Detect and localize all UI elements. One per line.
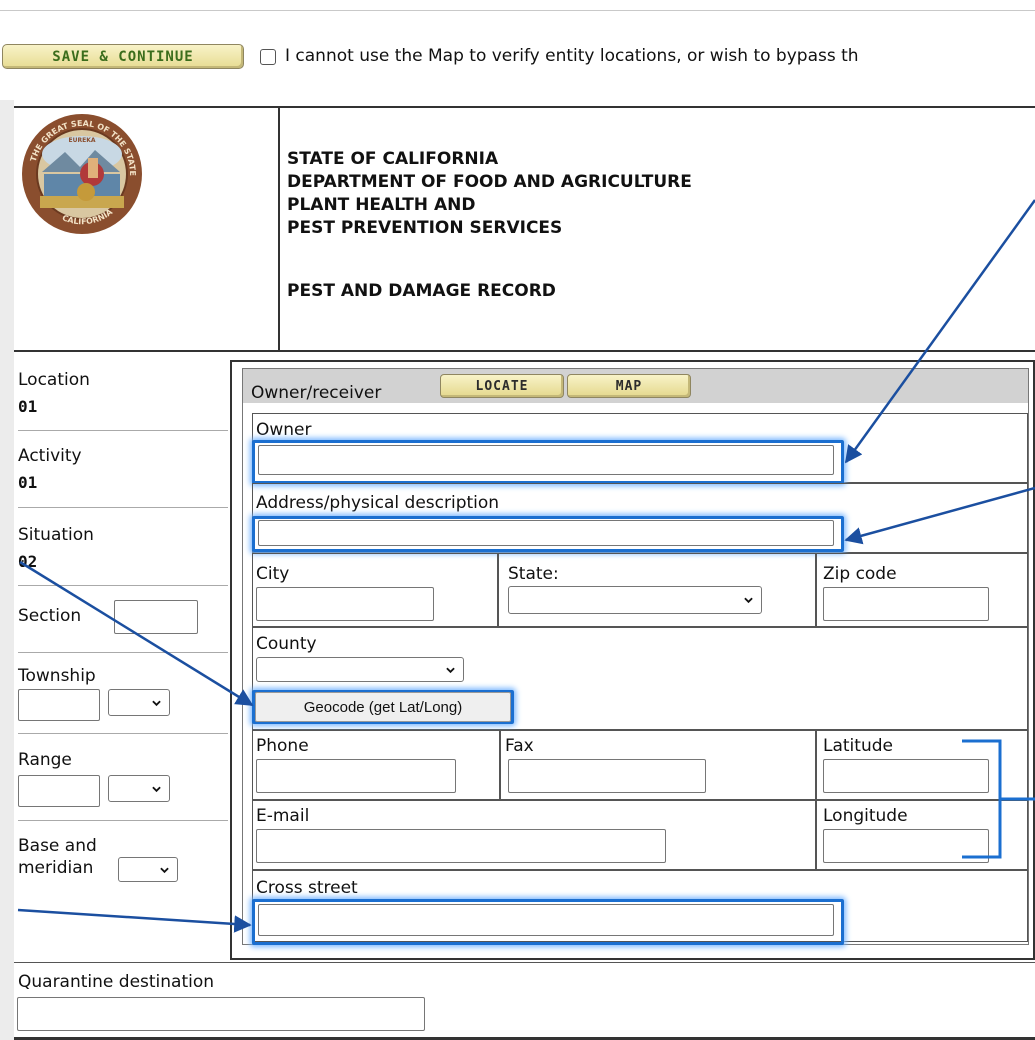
location-value: 01 xyxy=(18,397,38,416)
map-button[interactable]: MAP xyxy=(567,374,691,398)
section-label: Section xyxy=(18,606,82,626)
chevron-down-icon xyxy=(152,786,161,792)
range-label: Range xyxy=(18,750,72,770)
township-direction-select[interactable] xyxy=(108,689,170,716)
city-input[interactable] xyxy=(256,587,434,621)
meridian-label: meridian xyxy=(18,858,94,878)
activity-value: 01 xyxy=(18,473,38,492)
top-divider xyxy=(0,0,1035,11)
record-title: PEST AND DAMAGE RECORD xyxy=(287,281,556,301)
situation-value: 02 xyxy=(18,552,38,571)
owner-input[interactable] xyxy=(258,445,834,475)
phone-input[interactable] xyxy=(256,759,456,793)
left-separator xyxy=(18,585,228,586)
activity-label: Activity xyxy=(18,446,82,466)
situation-label: Situation xyxy=(18,525,94,545)
fax-label: Fax xyxy=(505,736,534,756)
email-input[interactable] xyxy=(256,829,666,863)
header-line3: PLANT HEALTH AND xyxy=(287,195,476,215)
arrow-to-cross-street xyxy=(17,908,252,933)
save-continue-button[interactable]: SAVE & CONTINUE xyxy=(2,44,244,69)
left-shadow xyxy=(0,100,14,1040)
header-line2: DEPARTMENT OF FOOD AND AGRICULTURE xyxy=(287,172,692,192)
township-input[interactable] xyxy=(18,689,100,721)
location-label: Location xyxy=(18,370,90,390)
owner-label: Owner xyxy=(256,420,312,440)
city-label: City xyxy=(256,564,290,584)
header-line4: PEST PREVENTION SERVICES xyxy=(287,218,563,238)
latitude-label: Latitude xyxy=(823,736,893,756)
state-label: State: xyxy=(508,564,559,584)
left-separator xyxy=(18,733,228,734)
left-separator xyxy=(18,652,228,653)
phone-label: Phone xyxy=(256,736,309,756)
fax-input[interactable] xyxy=(508,759,706,793)
county-select[interactable] xyxy=(256,657,464,682)
range-direction-select[interactable] xyxy=(108,775,170,802)
bypass-map-checkbox[interactable] xyxy=(260,49,276,65)
chevron-down-icon xyxy=(744,597,753,604)
latitude-input[interactable] xyxy=(823,759,989,793)
chevron-down-icon xyxy=(160,867,169,873)
email-label: E-mail xyxy=(256,806,310,826)
address-label: Address/physical description xyxy=(256,493,500,513)
owner-receiver-label: Owner/receiver xyxy=(251,383,382,403)
chevron-down-icon xyxy=(446,667,455,673)
header-line1: STATE OF CALIFORNIA xyxy=(287,149,499,169)
seal-motto: EUREKA xyxy=(69,137,96,144)
quarantine-destination-input[interactable] xyxy=(17,997,425,1031)
cross-street-input[interactable] xyxy=(258,904,834,936)
longitude-input[interactable] xyxy=(823,829,989,863)
locate-button[interactable]: LOCATE xyxy=(440,374,564,398)
township-label: Township xyxy=(18,666,96,686)
california-seal-icon: EUREKA THE GREAT SEAL OF THE STATE OF CA… xyxy=(20,112,142,234)
header-divider xyxy=(278,106,280,352)
state-select[interactable] xyxy=(508,586,762,614)
range-input[interactable] xyxy=(18,775,100,807)
zip-input[interactable] xyxy=(823,587,989,621)
section-input[interactable] xyxy=(114,600,198,634)
base-meridian-select[interactable] xyxy=(118,857,178,882)
base-label: Base and xyxy=(18,836,97,856)
left-separator xyxy=(18,430,228,431)
left-separator xyxy=(18,820,228,821)
geocode-button[interactable]: Geocode (get Lat/Long) xyxy=(255,692,511,722)
chevron-down-icon xyxy=(152,700,161,706)
left-separator xyxy=(18,507,228,508)
zip-label: Zip code xyxy=(823,564,897,584)
longitude-label: Longitude xyxy=(823,806,908,826)
quarantine-destination-label: Quarantine destination xyxy=(18,972,215,992)
county-label: County xyxy=(256,634,317,654)
address-input[interactable] xyxy=(258,520,834,546)
bypass-map-label: I cannot use the Map to verify entity lo… xyxy=(285,46,859,66)
cross-street-label: Cross street xyxy=(256,878,358,898)
bottom-divider xyxy=(14,962,1035,963)
